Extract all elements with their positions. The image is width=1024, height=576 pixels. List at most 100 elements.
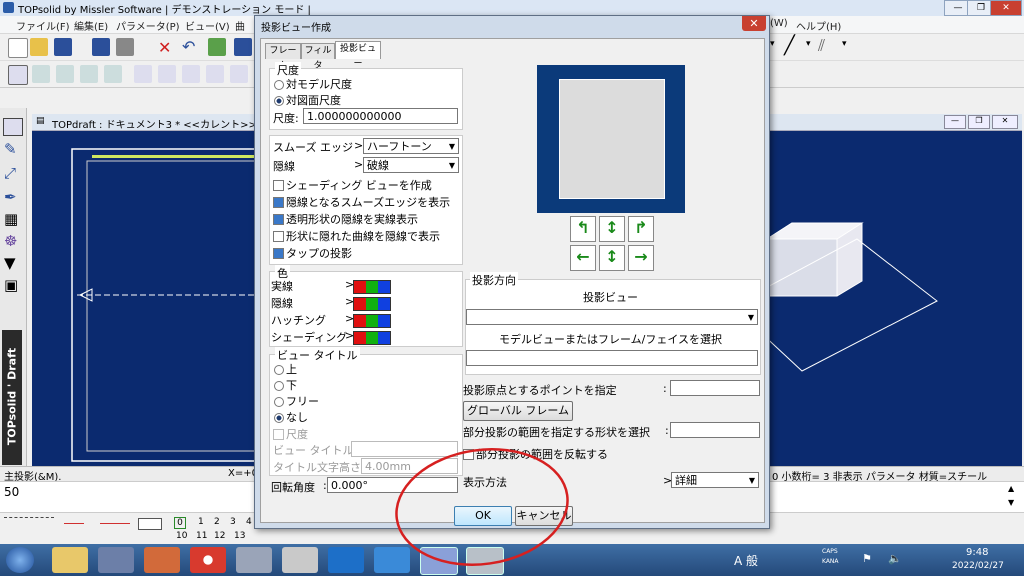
command-value[interactable]: 50 xyxy=(4,485,19,499)
menu-file[interactable]: ファイル(F) xyxy=(16,18,70,33)
shading-color-swatch[interactable] xyxy=(353,331,391,345)
tab-filter[interactable]: フィルタ xyxy=(301,43,335,71)
projection-direction-select[interactable]: ▼ xyxy=(466,309,758,325)
title-top-radio[interactable] xyxy=(274,365,284,375)
clock-time[interactable]: 9:48 xyxy=(966,547,988,558)
doc-close-button[interactable]: ✕ xyxy=(992,115,1018,129)
volume-icon[interactable]: 🔈 xyxy=(888,552,902,565)
internet-explorer-icon[interactable] xyxy=(374,547,410,573)
tool-icon[interactable] xyxy=(234,38,252,56)
table-icon[interactable]: ▦ xyxy=(4,210,18,228)
view-icon[interactable] xyxy=(80,65,98,83)
layer-3[interactable]: 3 xyxy=(230,517,236,527)
ok-button[interactable]: OK xyxy=(454,506,512,526)
outlook-icon[interactable] xyxy=(328,547,364,573)
hidden-curve-checkbox[interactable] xyxy=(273,231,284,242)
menu-view[interactable]: ビュー(V) xyxy=(185,18,230,33)
undo-icon[interactable]: ↶ xyxy=(182,37,195,56)
menu-window[interactable]: (W) xyxy=(770,18,788,29)
paint-icon[interactable] xyxy=(466,547,504,575)
scale-input[interactable]: 1.000000000000 xyxy=(303,108,458,124)
pencil-icon[interactable]: ✎ xyxy=(4,140,17,158)
app-icon[interactable] xyxy=(236,547,272,573)
invert-range-checkbox[interactable] xyxy=(463,449,474,460)
text-icon[interactable]: ✒ xyxy=(4,188,17,206)
tab-projection-view[interactable]: 投影ビュー xyxy=(335,41,381,69)
view-icon[interactable] xyxy=(32,65,50,83)
layer-12[interactable]: 12 xyxy=(214,531,225,541)
hidden-line-select[interactable]: 破線 ▼ xyxy=(363,157,459,173)
clock-date[interactable]: 2022/02/27 xyxy=(952,561,1004,571)
calculator-icon[interactable] xyxy=(282,547,318,573)
model-scale-radio[interactable] xyxy=(274,80,284,90)
line-type-sample[interactable] xyxy=(64,523,84,524)
close-button[interactable]: ✕ xyxy=(990,0,1022,16)
scroll-up-icon[interactable]: ▲ xyxy=(1008,484,1014,493)
dimension-icon[interactable]: ⤢ xyxy=(4,164,16,182)
layer-icon[interactable] xyxy=(134,65,152,83)
hidden-line-color-swatch[interactable] xyxy=(353,297,391,311)
title-bottom-radio[interactable] xyxy=(274,381,284,391)
rotate-right-up-icon[interactable]: ↱ xyxy=(628,216,654,242)
delete-icon[interactable]: ✕ xyxy=(158,38,171,57)
dropdown-chevron-icon[interactable]: ▾ xyxy=(770,39,775,49)
topsolid-icon[interactable] xyxy=(420,547,458,575)
tab-frame[interactable]: フレーム xyxy=(265,43,301,71)
layer-11[interactable]: 11 xyxy=(196,531,207,541)
rotate-up-icon[interactable]: ↕ xyxy=(599,216,625,242)
global-frame-button[interactable]: グローバル フレーム xyxy=(463,401,573,421)
layer-icon[interactable] xyxy=(230,65,248,83)
layer-10[interactable]: 10 xyxy=(176,531,187,541)
info-icon[interactable] xyxy=(92,38,110,56)
layer-icon[interactable] xyxy=(182,65,200,83)
layer-0[interactable]: 0 xyxy=(174,517,186,529)
select-mode-icon[interactable] xyxy=(8,65,28,85)
app-icon[interactable] xyxy=(98,547,134,573)
partial-range-input[interactable] xyxy=(670,422,760,438)
chrome-icon[interactable] xyxy=(190,547,226,573)
layer-icon[interactable] xyxy=(158,65,176,83)
title-none-radio[interactable] xyxy=(274,413,284,423)
new-file-icon[interactable] xyxy=(8,38,28,58)
pointer-icon[interactable] xyxy=(3,118,23,136)
dropdown-chevron-icon[interactable]: ▾ xyxy=(842,39,847,49)
input-language[interactable]: A 般 xyxy=(734,552,758,569)
display-method-select[interactable]: 詳細 ▼ xyxy=(671,472,759,488)
print-icon[interactable] xyxy=(116,38,134,56)
rotate-left-up-icon[interactable]: ↰ xyxy=(570,216,596,242)
rotation-input[interactable]: 0.000° xyxy=(327,477,458,493)
dialog-close-button[interactable]: ✕ xyxy=(742,16,766,31)
layer-13[interactable]: 13 xyxy=(234,531,245,541)
scroll-down-icon[interactable]: ▼ xyxy=(1008,498,1014,507)
line-type-sample[interactable] xyxy=(100,523,130,524)
tap-projection-checkbox[interactable] xyxy=(273,248,284,259)
rotate-right-icon[interactable]: → xyxy=(628,245,654,271)
drawing-scale-radio[interactable] xyxy=(274,96,284,106)
layer-2[interactable]: 2 xyxy=(214,517,220,527)
open-folder-icon[interactable] xyxy=(30,38,48,56)
start-button[interactable] xyxy=(6,547,34,573)
view-title-input[interactable] xyxy=(351,441,458,457)
origin-input[interactable] xyxy=(670,380,760,396)
layer-4[interactable]: 4 xyxy=(246,517,252,527)
menu-edit[interactable]: 編集(E) xyxy=(74,18,108,33)
menu-curve[interactable]: 曲 xyxy=(235,18,245,33)
save-icon[interactable] xyxy=(54,38,72,56)
stamp-icon[interactable]: ▼ xyxy=(4,254,16,272)
layer-icon[interactable] xyxy=(206,65,224,83)
refresh-icon[interactable] xyxy=(208,38,226,56)
hatch-icon[interactable]: ⫽ xyxy=(818,36,825,56)
view-icon[interactable] xyxy=(56,65,74,83)
solid-line-color-swatch[interactable] xyxy=(353,280,391,294)
smooth-edge-select[interactable]: ハーフトーン ▼ xyxy=(363,138,459,154)
symbol-icon[interactable]: ☸ xyxy=(4,232,17,250)
media-player-icon[interactable] xyxy=(144,547,180,573)
hidden-smooth-edge-checkbox[interactable] xyxy=(273,197,284,208)
text-height-input[interactable]: 4.00mm xyxy=(361,458,458,474)
model-view-input[interactable] xyxy=(466,350,758,366)
menu-parameter[interactable]: パラメータ(P) xyxy=(116,18,180,33)
hatching-color-swatch[interactable] xyxy=(353,314,391,328)
explorer-icon[interactable] xyxy=(52,547,88,573)
doc-minimize-button[interactable]: — xyxy=(944,115,966,129)
cancel-button[interactable]: キャンセル xyxy=(515,506,573,526)
